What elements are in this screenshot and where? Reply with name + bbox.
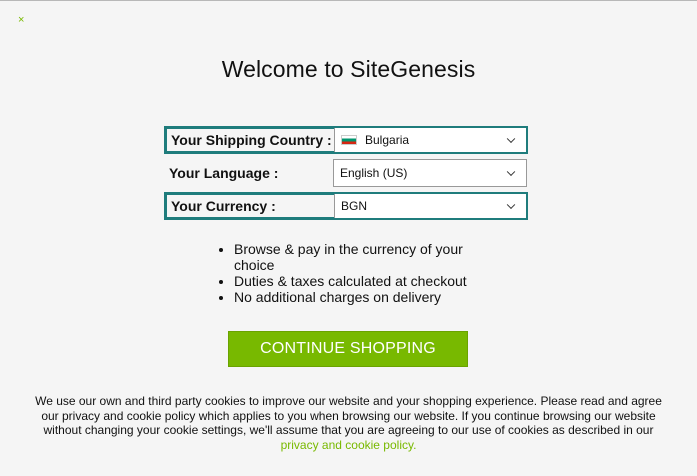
list-item: No additional charges on delivery	[234, 289, 504, 305]
shipping-country-label: Your Shipping Country :	[171, 132, 332, 148]
list-item: Browse & pay in the currency of your cho…	[234, 241, 504, 273]
currency-value: BGN	[341, 199, 368, 213]
shipping-country-row: Your Shipping Country : Bulgaria	[164, 126, 528, 154]
benefits-list: Browse & pay in the currency of your cho…	[214, 241, 504, 305]
shipping-country-select[interactable]: Bulgaria	[334, 128, 526, 152]
currency-label: Your Currency :	[171, 198, 276, 214]
shipping-country-value: Bulgaria	[365, 133, 410, 147]
currency-row: Your Currency : BGN	[164, 192, 528, 220]
language-label: Your Language :	[169, 165, 279, 181]
continue-shopping-button[interactable]: CONTINUE SHOPPING	[228, 331, 468, 367]
bulgaria-flag-icon	[341, 135, 357, 145]
chevron-down-icon	[506, 167, 516, 177]
language-value: English (US)	[340, 166, 408, 180]
cookie-notice-text: We use our own and third party cookies t…	[35, 394, 662, 437]
privacy-policy-link[interactable]: privacy and cookie policy.	[281, 438, 417, 452]
list-item: Duties & taxes calculated at checkout	[234, 273, 504, 289]
page-title: Welcome to SiteGenesis	[221, 56, 476, 82]
top-divider	[0, 0, 697, 1]
chevron-down-icon	[506, 134, 516, 144]
close-icon[interactable]: ×	[18, 14, 24, 26]
language-select[interactable]: English (US)	[333, 159, 527, 187]
currency-select[interactable]: BGN	[334, 194, 526, 218]
language-row: Your Language : English (US)	[164, 159, 528, 187]
cookie-notice: We use our own and third party cookies t…	[30, 394, 667, 452]
chevron-down-icon	[506, 200, 516, 210]
